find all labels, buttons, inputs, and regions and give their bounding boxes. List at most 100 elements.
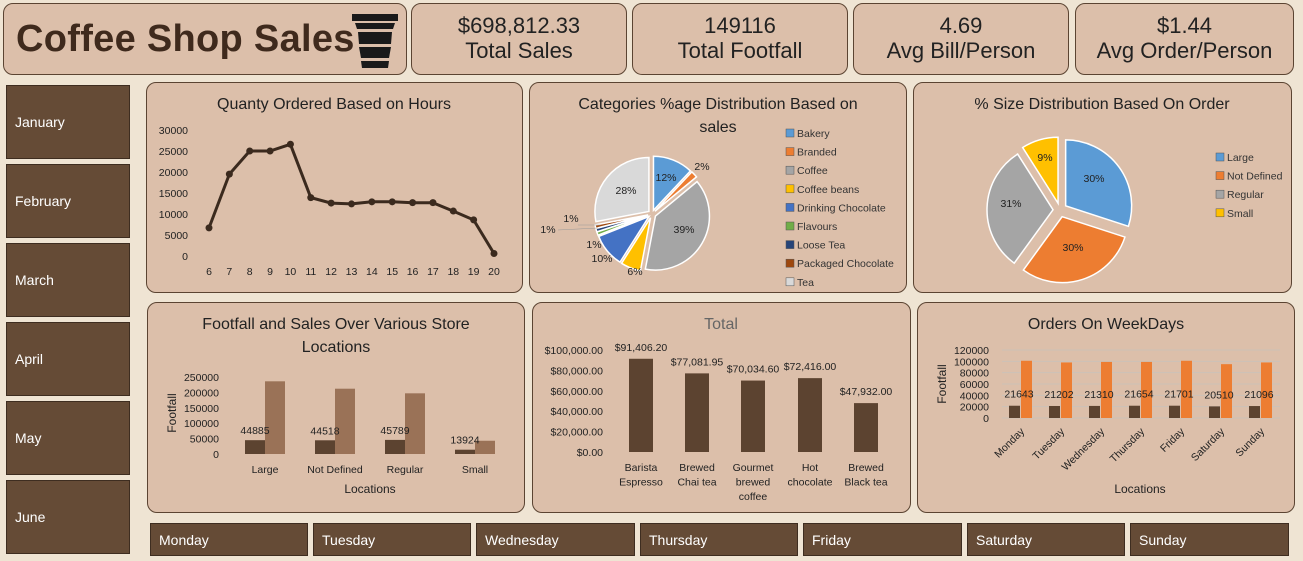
legend-swatch xyxy=(785,128,795,138)
x-axis-label: Locations xyxy=(344,482,395,496)
chart-title: Orders On WeekDays xyxy=(1028,316,1184,333)
bar-value-label: $77,081.95 xyxy=(671,356,724,368)
chart-title: Locations xyxy=(302,339,371,356)
data-point xyxy=(470,216,478,224)
data-point xyxy=(286,140,294,148)
x-tick-label: 11 xyxy=(305,266,316,278)
data-point xyxy=(225,170,233,178)
y-tick-label: 60000 xyxy=(960,379,989,391)
bar-sales xyxy=(335,388,355,454)
y-tick-label: $100,000.00 xyxy=(545,345,604,357)
y-tick-label: 30000 xyxy=(159,125,188,137)
slice-label: 1% xyxy=(563,213,578,225)
x-tick-label: chocolate xyxy=(788,477,833,489)
y-tick-label: $20,000.00 xyxy=(550,427,603,439)
legend-swatch xyxy=(785,165,795,175)
x-tick-label: brewed xyxy=(736,477,771,489)
y-tick-label: 0 xyxy=(182,251,188,263)
x-tick-label: Gourmet xyxy=(733,462,774,474)
x-tick-label: 16 xyxy=(407,266,419,278)
bar-value-label: 21310 xyxy=(1084,389,1113,401)
slice-label: 30% xyxy=(1062,242,1083,254)
x-tick-label: Hot xyxy=(802,462,818,474)
bar-orders xyxy=(1009,405,1020,418)
y-tick-label: $80,000.00 xyxy=(550,365,603,377)
x-tick-label: Black tea xyxy=(844,477,887,489)
bar-orders xyxy=(1049,405,1060,418)
y-tick-label: 80000 xyxy=(960,368,989,380)
x-tick-label: 10 xyxy=(285,266,297,278)
y-tick-label: 100000 xyxy=(184,418,219,430)
slice-label: 28% xyxy=(615,185,636,197)
chart-title: sales xyxy=(699,119,736,136)
x-tick-label: 12 xyxy=(325,266,337,278)
legend-swatch xyxy=(1215,189,1225,199)
legend-label: Small xyxy=(1227,208,1253,220)
legend-label: Drinking Chocolate xyxy=(797,202,886,214)
x-tick-label: Tuesday xyxy=(1030,425,1067,462)
x-tick-label: Wednesday xyxy=(1060,425,1108,473)
y-tick-label: 25000 xyxy=(159,146,188,158)
x-tick-label: 7 xyxy=(226,266,232,278)
legend-swatch xyxy=(785,240,795,249)
chart-title: % Size Distribution Based On Order xyxy=(974,96,1230,113)
bar-footfall xyxy=(455,449,475,454)
legend-swatch xyxy=(785,221,795,231)
legend-swatch xyxy=(785,258,795,268)
x-tick-label: Brewed xyxy=(848,462,884,474)
bar-footfall xyxy=(315,440,335,454)
legend-swatch xyxy=(1215,171,1225,180)
bar-orders xyxy=(1129,405,1140,418)
y-tick-label: 100000 xyxy=(954,356,989,368)
data-point xyxy=(449,207,457,215)
slice-label: 1% xyxy=(540,224,555,236)
bar-value-label: 44518 xyxy=(310,425,339,437)
y-tick-label: 10000 xyxy=(159,209,188,221)
legend-swatch xyxy=(785,277,795,287)
x-tick-label: Barista xyxy=(625,462,658,474)
bar-value-label: $70,034.60 xyxy=(727,364,780,376)
bar-sales xyxy=(405,393,425,454)
x-tick-label: 20 xyxy=(488,266,500,278)
leader-line xyxy=(557,227,599,231)
bar-footfall xyxy=(385,439,405,454)
x-tick-label: 13 xyxy=(346,266,358,278)
x-tick-label: Large xyxy=(252,464,279,476)
x-tick-label: Chai tea xyxy=(677,477,716,489)
x-tick-label: Thursday xyxy=(1108,425,1148,465)
x-tick-label: Small xyxy=(462,464,488,476)
y-tick-label: 5000 xyxy=(165,230,189,242)
x-tick-label: Monday xyxy=(992,425,1027,460)
bar-total xyxy=(798,378,822,452)
bar-value-label: 20510 xyxy=(1204,389,1233,401)
x-axis-label: Locations xyxy=(1114,482,1165,496)
x-tick-label: 19 xyxy=(468,266,480,278)
x-tick-label: 6 xyxy=(206,266,212,278)
legend-swatch xyxy=(1215,208,1225,218)
x-tick-label: Sunday xyxy=(1233,425,1267,459)
y-tick-label: 40000 xyxy=(960,390,989,402)
data-point xyxy=(429,199,437,207)
data-point xyxy=(205,224,213,232)
bar-value-label: 21096 xyxy=(1244,389,1273,401)
x-tick-label: coffee xyxy=(739,491,768,503)
data-point xyxy=(327,199,335,207)
slice-label: 39% xyxy=(673,224,694,236)
charts-layer: Quanty Ordered Based on Hours 0 5000 10000 1… xyxy=(159,96,1283,503)
x-tick-label: 18 xyxy=(447,266,459,278)
legend-swatch xyxy=(785,203,795,212)
legend-swatch xyxy=(1215,152,1225,162)
slice-label: 2% xyxy=(694,161,709,173)
y-tick-label: $40,000.00 xyxy=(550,406,603,418)
y-tick-label: 150000 xyxy=(184,403,219,415)
slice-label: 10% xyxy=(591,253,612,265)
slice-label: 31% xyxy=(1000,198,1021,210)
y-axis-label: Footfall xyxy=(165,393,179,432)
bar-orders xyxy=(1089,405,1100,418)
chart-title: Quanty Ordered Based on Hours xyxy=(217,96,451,113)
bar-orders xyxy=(1209,406,1220,418)
legend-label: Branded xyxy=(797,147,837,159)
x-tick-label: 17 xyxy=(427,266,439,278)
slice-label: 9% xyxy=(1037,152,1052,164)
y-tick-label: 0 xyxy=(213,449,219,461)
